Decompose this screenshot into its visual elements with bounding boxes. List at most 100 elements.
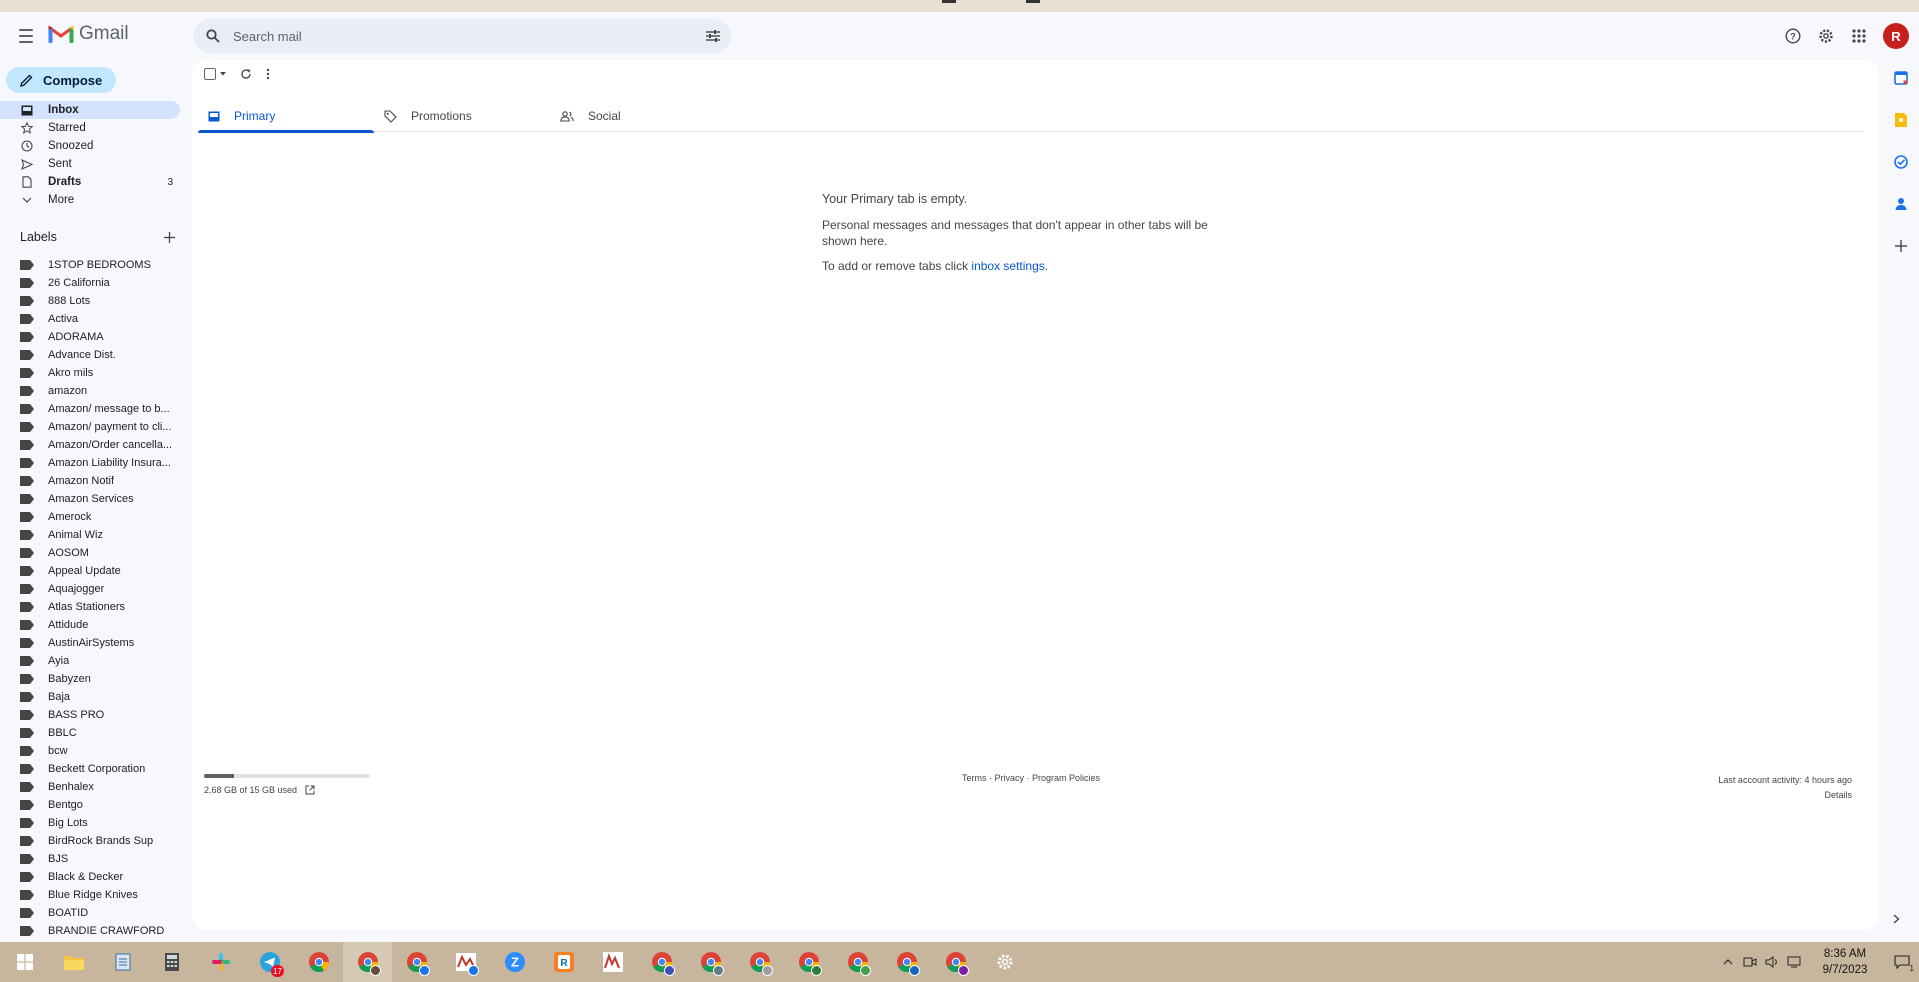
- more-vert-icon[interactable]: [266, 68, 270, 80]
- label-item[interactable]: Amazon Liability Insura...: [0, 454, 180, 472]
- search-bar[interactable]: [193, 19, 731, 53]
- add-label-icon[interactable]: [164, 231, 175, 243]
- label-item[interactable]: Appeal Update: [0, 562, 180, 580]
- label-item[interactable]: Benhalex: [0, 778, 180, 796]
- ringcentral-icon[interactable]: R: [539, 942, 588, 982]
- nav-item-sent[interactable]: Sent: [0, 155, 185, 173]
- chrome-profile-icon[interactable]: [637, 942, 686, 982]
- label-item[interactable]: Animal Wiz: [0, 526, 180, 544]
- zoom-icon[interactable]: Z: [490, 942, 539, 982]
- chrome-profile-icon[interactable]: [784, 942, 833, 982]
- settings-gear-icon[interactable]: [1812, 22, 1840, 50]
- label-item[interactable]: Amazon Notif: [0, 472, 180, 490]
- inbox-settings-link[interactable]: inbox settings: [971, 259, 1044, 273]
- label-item[interactable]: AustinAirSystems: [0, 634, 180, 652]
- label-item[interactable]: Activa: [0, 310, 180, 328]
- add-addon-icon[interactable]: [1891, 236, 1911, 256]
- contacts-icon[interactable]: [1891, 194, 1911, 214]
- calculator-icon[interactable]: [147, 942, 196, 982]
- label-item[interactable]: Amerock: [0, 508, 180, 526]
- search-input[interactable]: [233, 28, 695, 44]
- label-item[interactable]: 1STOP BEDROOMS: [0, 256, 180, 274]
- label-item[interactable]: ADORAMA: [0, 328, 180, 346]
- label-item[interactable]: AOSOM: [0, 544, 180, 562]
- label-item[interactable]: Akro mils: [0, 364, 180, 382]
- search-icon[interactable]: [193, 19, 233, 53]
- checkbox-box[interactable]: [204, 68, 216, 80]
- gmail-logo[interactable]: Gmail: [48, 23, 129, 45]
- taskbar-clock[interactable]: 8:36 AM 9/7/2023: [1805, 946, 1885, 978]
- label-item[interactable]: Black & Decker: [0, 868, 180, 886]
- nav-item-inbox[interactable]: Inbox: [0, 101, 180, 119]
- label-item[interactable]: BirdRock Brands Sup: [0, 832, 180, 850]
- file-explorer-icon[interactable]: [49, 942, 98, 982]
- account-avatar[interactable]: R: [1883, 23, 1909, 49]
- tab-primary[interactable]: Primary: [198, 100, 374, 133]
- notification-center-icon[interactable]: 1: [1885, 942, 1919, 982]
- label-item[interactable]: BRANDIE CRAWFORD: [0, 922, 180, 940]
- label-item[interactable]: Amazon/ payment to cli...: [0, 418, 180, 436]
- expand-panel-chevron-icon[interactable]: [1893, 912, 1900, 927]
- chrome-profile-icon[interactable]: [343, 942, 392, 982]
- chevron-up-icon[interactable]: [1717, 942, 1739, 982]
- meet-now-icon[interactable]: [1739, 942, 1761, 982]
- tab-social[interactable]: Social: [550, 100, 726, 132]
- chrome-profile-icon[interactable]: [931, 942, 980, 982]
- select-all-checkbox[interactable]: [204, 68, 226, 80]
- label-item[interactable]: BOATID: [0, 904, 180, 922]
- main-menu-button[interactable]: [14, 24, 38, 48]
- search-options-icon[interactable]: [695, 19, 731, 53]
- footer-links[interactable]: Terms · Privacy · Program Policies: [962, 773, 1100, 783]
- label-item[interactable]: Atlas Stationers: [0, 598, 180, 616]
- label-item[interactable]: bcw: [0, 742, 180, 760]
- label-item[interactable]: BBLC: [0, 724, 180, 742]
- nav-item-more[interactable]: More: [0, 191, 185, 209]
- label-item[interactable]: Blue Ridge Knives: [0, 886, 180, 904]
- label-item[interactable]: BASS PRO: [0, 706, 180, 724]
- apps-grid-icon[interactable]: [1845, 22, 1873, 50]
- activity-details-link[interactable]: Details: [1718, 788, 1852, 803]
- speaker-icon[interactable]: [1761, 942, 1783, 982]
- label-item[interactable]: Amazon/Order cancella...: [0, 436, 180, 454]
- windows-start-icon[interactable]: [0, 942, 49, 982]
- network-icon[interactable]: [1783, 942, 1805, 982]
- label-item[interactable]: Big Lots: [0, 814, 180, 832]
- calendar-icon[interactable]: [1891, 68, 1911, 88]
- settings-gear-icon[interactable]: [980, 942, 1029, 982]
- chrome-icon[interactable]: [294, 942, 343, 982]
- nav-item-starred[interactable]: Starred: [0, 119, 185, 137]
- chrome-profile-icon[interactable]: [686, 942, 735, 982]
- help-icon[interactable]: ?: [1779, 22, 1807, 50]
- keep-icon[interactable]: [1891, 110, 1911, 130]
- compose-button[interactable]: Compose: [6, 67, 116, 93]
- document-app-icon[interactable]: [588, 942, 637, 982]
- label-item[interactable]: Advance Dist.: [0, 346, 180, 364]
- chrome-profile-icon[interactable]: [833, 942, 882, 982]
- caret-down-icon[interactable]: [220, 72, 226, 76]
- label-item[interactable]: 888 Lots: [0, 292, 180, 310]
- label-item[interactable]: Amazon/ message to b...: [0, 400, 180, 418]
- open-external-icon[interactable]: [305, 785, 315, 795]
- tasks-icon[interactable]: [1891, 152, 1911, 172]
- label-item[interactable]: Baja: [0, 688, 180, 706]
- app-icon[interactable]: [441, 942, 490, 982]
- refresh-icon[interactable]: [240, 68, 252, 80]
- label-item[interactable]: Amazon Services: [0, 490, 180, 508]
- slack-icon[interactable]: [196, 942, 245, 982]
- chrome-profile-icon[interactable]: [882, 942, 931, 982]
- label-item[interactable]: Attidude: [0, 616, 180, 634]
- notepad-icon[interactable]: [98, 942, 147, 982]
- label-item[interactable]: BJS: [0, 850, 180, 868]
- label-item[interactable]: Ayia: [0, 652, 180, 670]
- tab-promotions[interactable]: Promotions: [374, 100, 550, 132]
- nav-item-drafts[interactable]: Drafts 3: [0, 173, 185, 191]
- chrome-profile-icon[interactable]: [735, 942, 784, 982]
- telegram-icon[interactable]: 17: [245, 942, 294, 982]
- label-item[interactable]: Babyzen: [0, 670, 180, 688]
- label-item[interactable]: Aquajogger: [0, 580, 180, 598]
- chrome-profile-icon[interactable]: [392, 942, 441, 982]
- nav-item-snoozed[interactable]: Snoozed: [0, 137, 185, 155]
- label-item[interactable]: amazon: [0, 382, 180, 400]
- label-item[interactable]: Bentgo: [0, 796, 180, 814]
- label-item[interactable]: 26 California: [0, 274, 180, 292]
